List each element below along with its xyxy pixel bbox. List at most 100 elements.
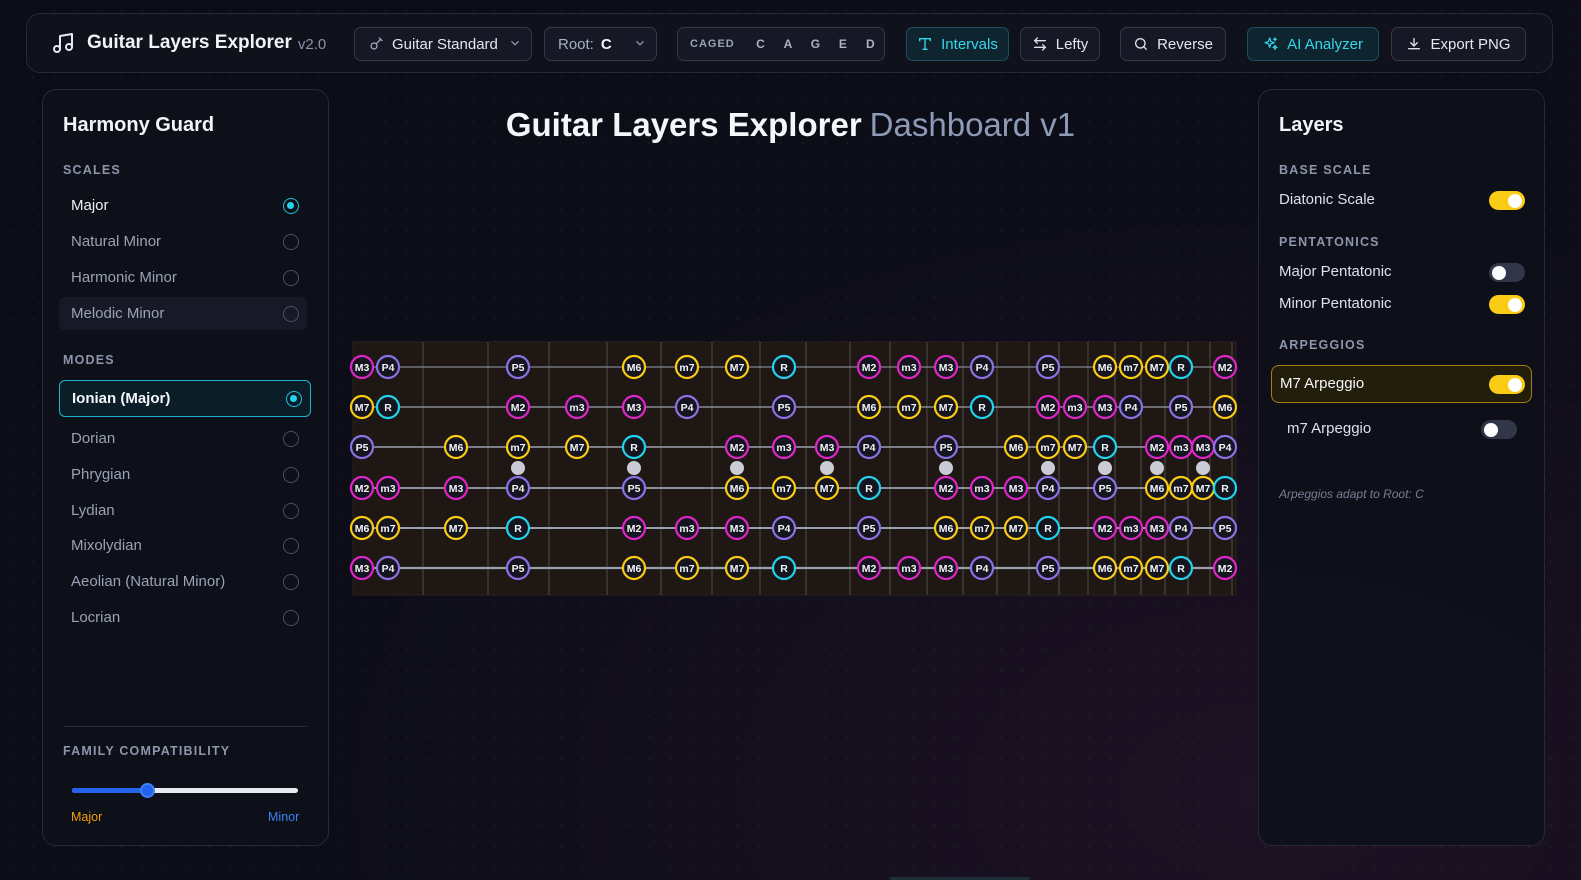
note-label: M7: [449, 523, 464, 535]
note-label: M6: [862, 402, 877, 414]
note-label: M3: [627, 402, 642, 414]
note-label: M2: [730, 442, 745, 454]
note-label: R: [1101, 442, 1109, 454]
note-label: P5: [512, 362, 525, 374]
note-label: P5: [1042, 563, 1055, 575]
note-label: M3: [730, 523, 745, 535]
note-label: M7: [570, 442, 585, 454]
note-label: M7: [939, 402, 954, 414]
note-label: M3: [355, 362, 370, 374]
note-label: M7: [1150, 362, 1165, 374]
note-label: M2: [862, 563, 877, 575]
note-label: m3: [1067, 402, 1082, 414]
note-label: M2: [1041, 402, 1056, 414]
note-label: M3: [1150, 523, 1165, 535]
major-pentatonic-label: Major Pentatonic: [1279, 263, 1392, 280]
note-label: m7: [510, 442, 525, 454]
note-label: M2: [862, 362, 877, 374]
note-label: m3: [776, 442, 791, 454]
major-pentatonic-toggle[interactable]: [1489, 263, 1525, 282]
note-label: M3: [820, 442, 835, 454]
note-label: M2: [939, 483, 954, 495]
note-label: M7: [1068, 442, 1083, 454]
note-label: R: [780, 362, 788, 374]
note-label: m3: [380, 483, 395, 495]
note-label: M2: [1218, 563, 1233, 575]
note-label: m3: [1123, 523, 1138, 535]
note-label: m7: [380, 523, 395, 535]
fret-inlay: [1150, 461, 1164, 475]
note-label: M6: [1218, 402, 1233, 414]
note-label: M6: [730, 483, 745, 495]
note-label: P4: [681, 402, 694, 414]
note-label: P5: [628, 483, 641, 495]
note-label: M6: [1098, 563, 1113, 575]
note-label: P5: [512, 563, 525, 575]
arpeggios-label: ARPEGGIOS: [1279, 338, 1366, 352]
note-label: m3: [901, 362, 916, 374]
fret-inlay: [511, 461, 525, 475]
note-label: R: [1177, 563, 1185, 575]
note-label: P4: [382, 563, 395, 575]
note-label: m3: [679, 523, 694, 535]
note-label: R: [1044, 523, 1052, 535]
note-label: M2: [1150, 442, 1165, 454]
minor-pentatonic-toggle[interactable]: [1489, 295, 1525, 314]
note-label: m3: [1173, 442, 1188, 454]
base-scale-label: BASE SCALE: [1279, 163, 1372, 177]
fret-inlay: [1041, 461, 1055, 475]
note-label: M6: [1009, 442, 1024, 454]
note-label: M7: [820, 483, 835, 495]
pentatonics-label: PENTATONICS: [1279, 235, 1380, 249]
note-label: M2: [627, 523, 642, 535]
note-label: m7: [1123, 362, 1138, 374]
note-label: P4: [1175, 523, 1188, 535]
note-label: M7: [730, 563, 745, 575]
note-label: M2: [1098, 523, 1113, 535]
note-label: M6: [355, 523, 370, 535]
note-label: P4: [976, 563, 989, 575]
note-label: R: [384, 402, 392, 414]
note-label: P5: [356, 442, 369, 454]
note-label: P4: [863, 442, 876, 454]
note-label: M3: [1009, 483, 1024, 495]
note-label: m3: [974, 483, 989, 495]
note-label: m7: [974, 523, 989, 535]
note-label: M7: [1150, 563, 1165, 575]
fret-inlay: [1196, 461, 1210, 475]
note-label: M2: [355, 483, 370, 495]
note-label: M6: [449, 442, 464, 454]
note-label: M7: [1009, 523, 1024, 535]
note-label: P5: [940, 442, 953, 454]
note-label: M6: [627, 362, 642, 374]
note-label: P5: [863, 523, 876, 535]
note-label: M3: [1098, 402, 1113, 414]
note-label: m7: [901, 402, 916, 414]
note-label: M7: [730, 362, 745, 374]
panel-title: Layers: [1279, 114, 1344, 136]
note-label: P4: [1042, 483, 1055, 495]
fret-inlay: [730, 461, 744, 475]
note-label: M7: [1196, 483, 1211, 495]
note-label: M6: [1098, 362, 1113, 374]
minor-pentatonic-label: Minor Pentatonic: [1279, 295, 1392, 312]
note-label: P5: [1219, 523, 1232, 535]
min7-arpeggio-label: m7 Arpeggio: [1287, 420, 1372, 437]
note-label: R: [514, 523, 522, 535]
note-label: M6: [939, 523, 954, 535]
note-label: M3: [939, 362, 954, 374]
note-label: m7: [1040, 442, 1055, 454]
note-label: P5: [1175, 402, 1188, 414]
note-label: M2: [1218, 362, 1233, 374]
note-label: m7: [1173, 483, 1188, 495]
maj7-arpeggio-toggle[interactable]: [1489, 375, 1525, 394]
fret-inlay: [627, 461, 641, 475]
maj7-arpeggio-label: M7 Arpeggio: [1280, 375, 1365, 392]
min7-arpeggio-toggle[interactable]: [1481, 420, 1517, 439]
note-label: R: [978, 402, 986, 414]
note-label: P4: [382, 362, 395, 374]
note-label: m3: [569, 402, 584, 414]
diatonic-scale-toggle[interactable]: [1489, 191, 1525, 210]
note-label: P5: [778, 402, 791, 414]
note-label: M7: [355, 402, 370, 414]
